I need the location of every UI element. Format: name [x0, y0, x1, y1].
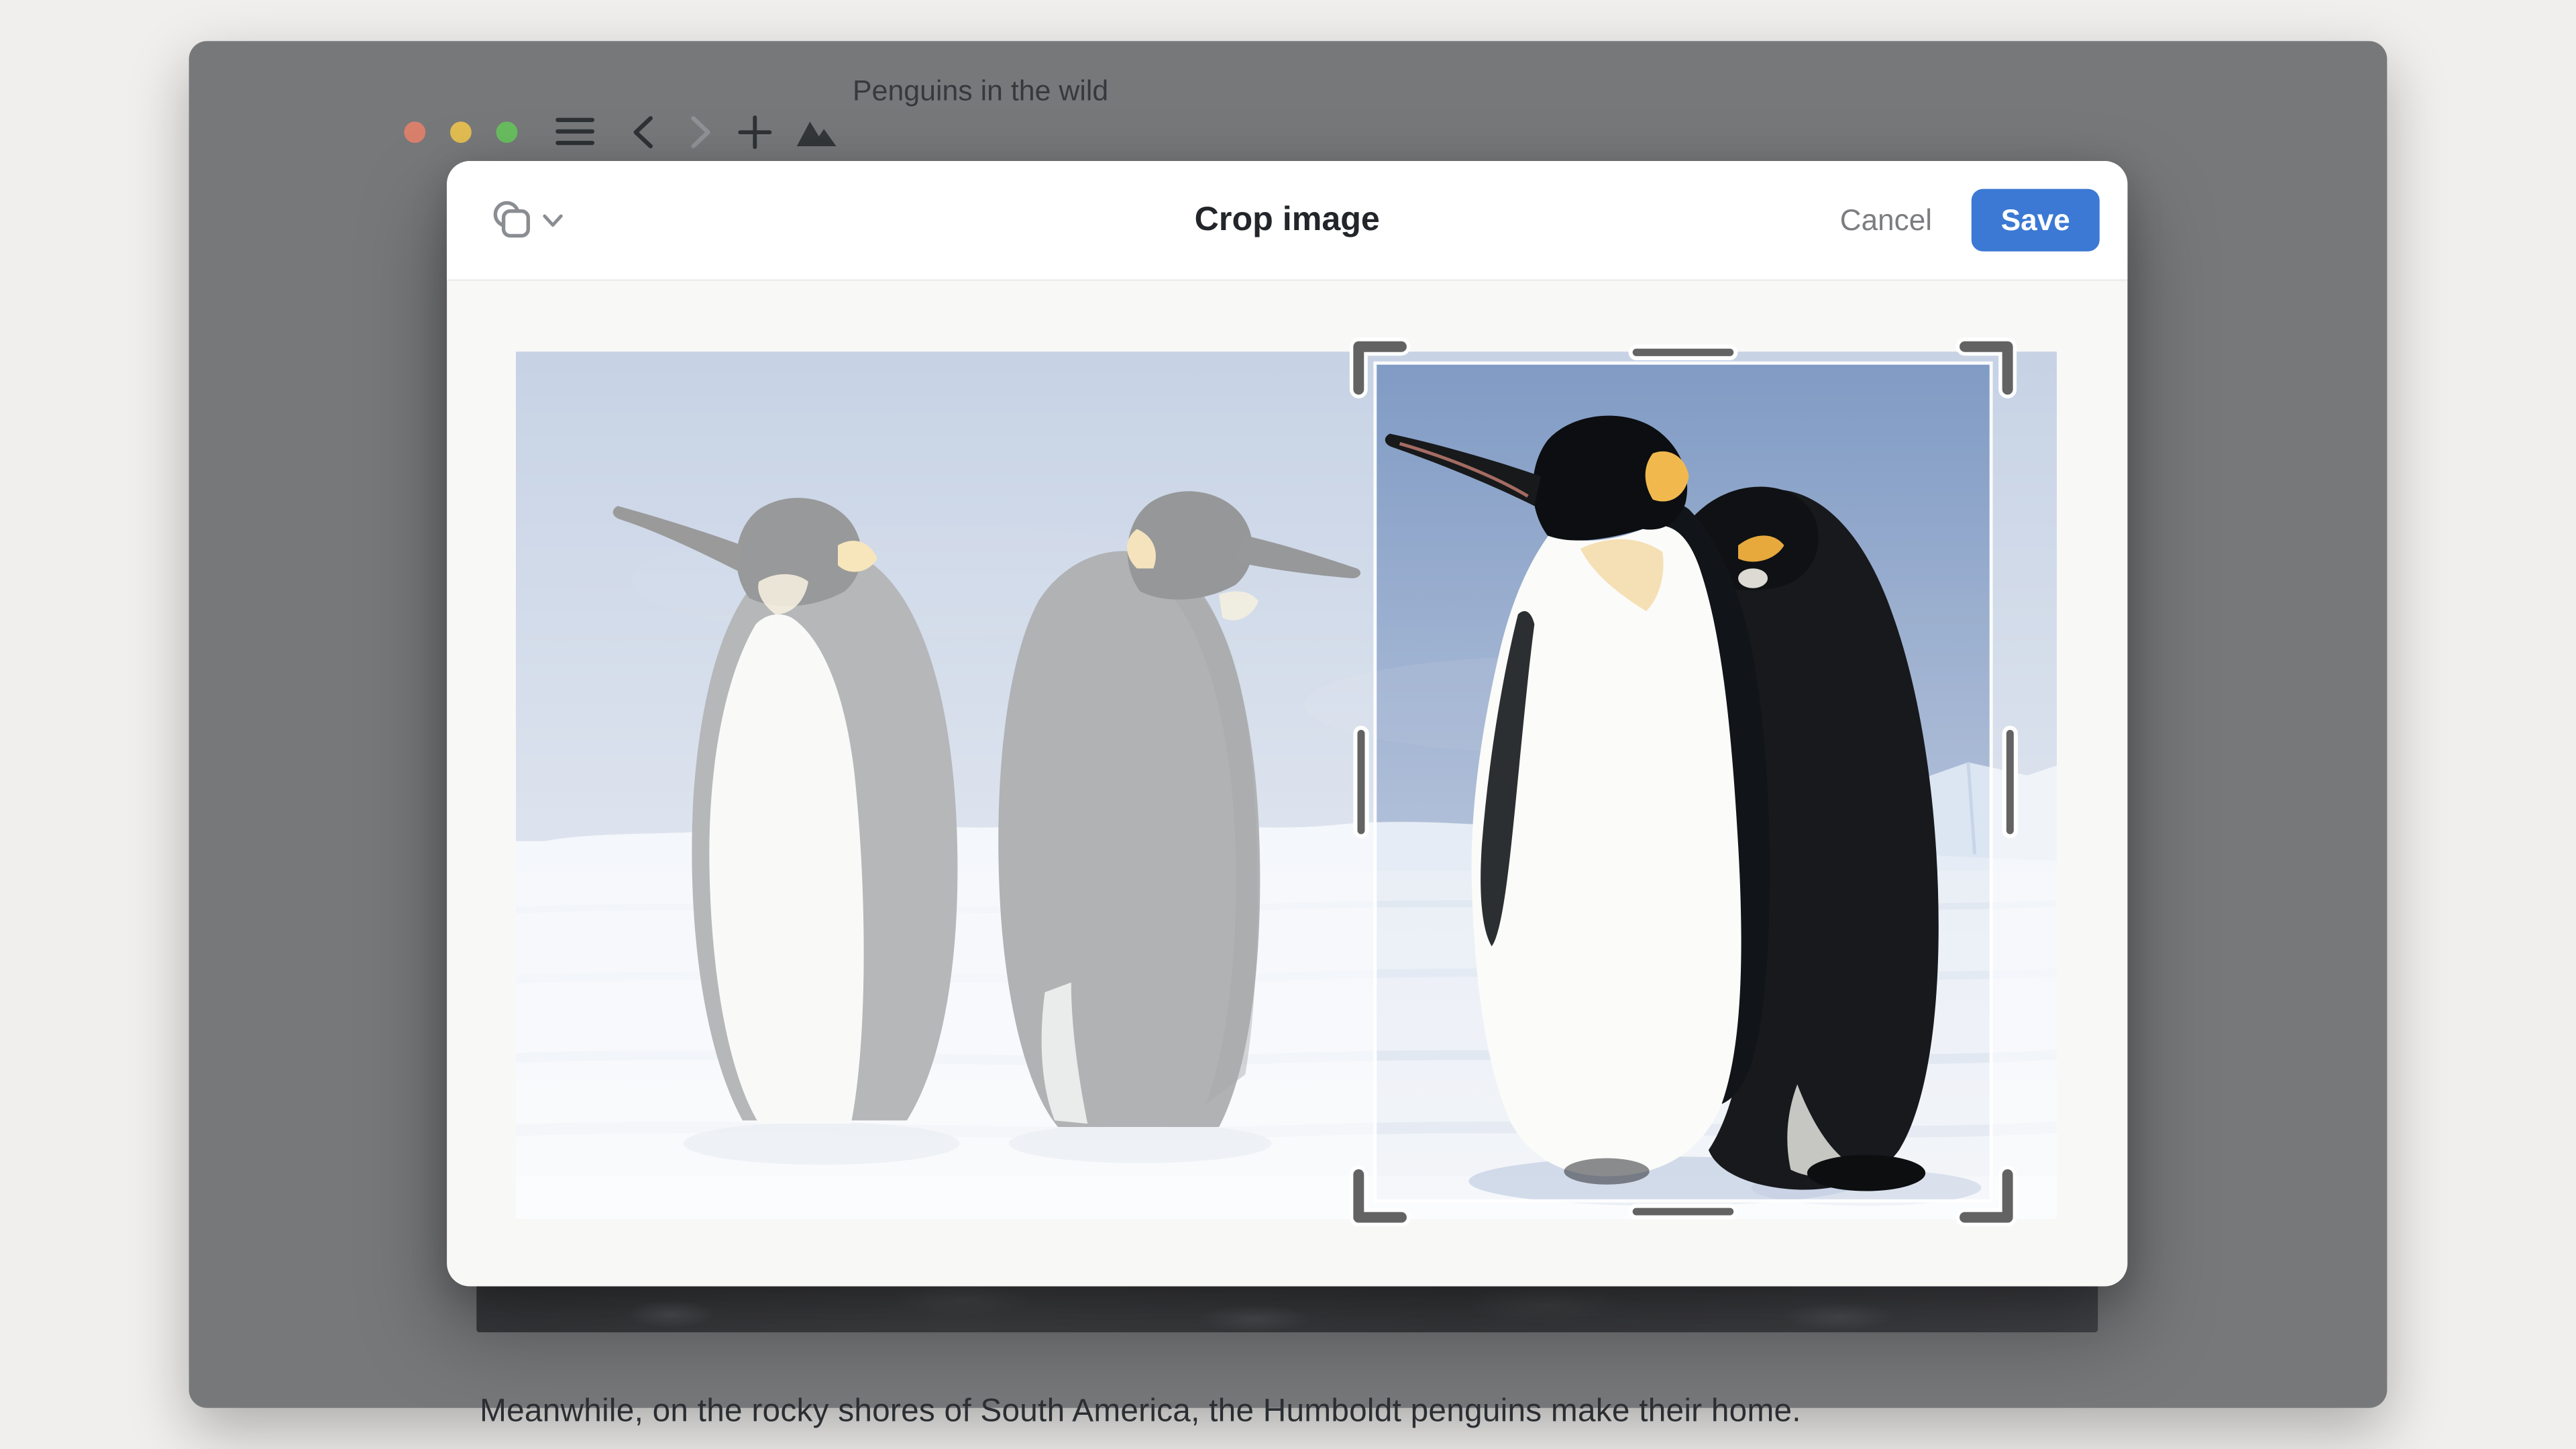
crop-dialog: Crop image Cancel Save	[447, 161, 2127, 1287]
cancel-button[interactable]: Cancel	[1840, 203, 1932, 237]
crop-handle-top-left[interactable]	[1358, 347, 1401, 390]
chevron-left-icon[interactable]	[631, 115, 653, 149]
dialog-actions: Cancel Save	[1840, 161, 2100, 279]
plus-icon[interactable]	[738, 115, 772, 149]
titlebar: Penguins in the wild	[189, 41, 2387, 140]
document-photo-strip	[476, 1287, 2098, 1333]
crop-handle-bottom-left[interactable]	[1358, 1175, 1401, 1218]
mountains-page-icon	[795, 115, 838, 148]
traffic-light-close[interactable]	[404, 121, 425, 142]
traffic-light-minimize[interactable]	[449, 121, 471, 142]
crop-handle-bottom[interactable]	[1631, 1206, 1736, 1218]
crop-handle-right[interactable]	[2004, 728, 2016, 837]
crop-handle-top[interactable]	[1631, 347, 1736, 358]
menu-icon[interactable]	[555, 117, 595, 146]
chevron-right-icon[interactable]	[690, 115, 713, 149]
crop-handle-layer	[493, 329, 2080, 1242]
crop-canvas	[516, 352, 2057, 1219]
screen: Penguins in the wild Meanwhile, on the r…	[0, 0, 2576, 1449]
shapes-icon	[490, 197, 536, 244]
document-caption: Meanwhile, on the rocky shores of South …	[480, 1393, 1801, 1430]
window-title: Penguins in the wild	[853, 74, 1108, 108]
chevron-down-icon	[542, 213, 564, 227]
crop-handle-left[interactable]	[1355, 728, 1366, 837]
save-button[interactable]: Save	[1972, 189, 2100, 252]
crop-dialog-header: Crop image Cancel Save	[447, 161, 2127, 281]
traffic-light-zoom[interactable]	[495, 121, 517, 142]
aspect-ratio-button[interactable]	[490, 189, 585, 252]
